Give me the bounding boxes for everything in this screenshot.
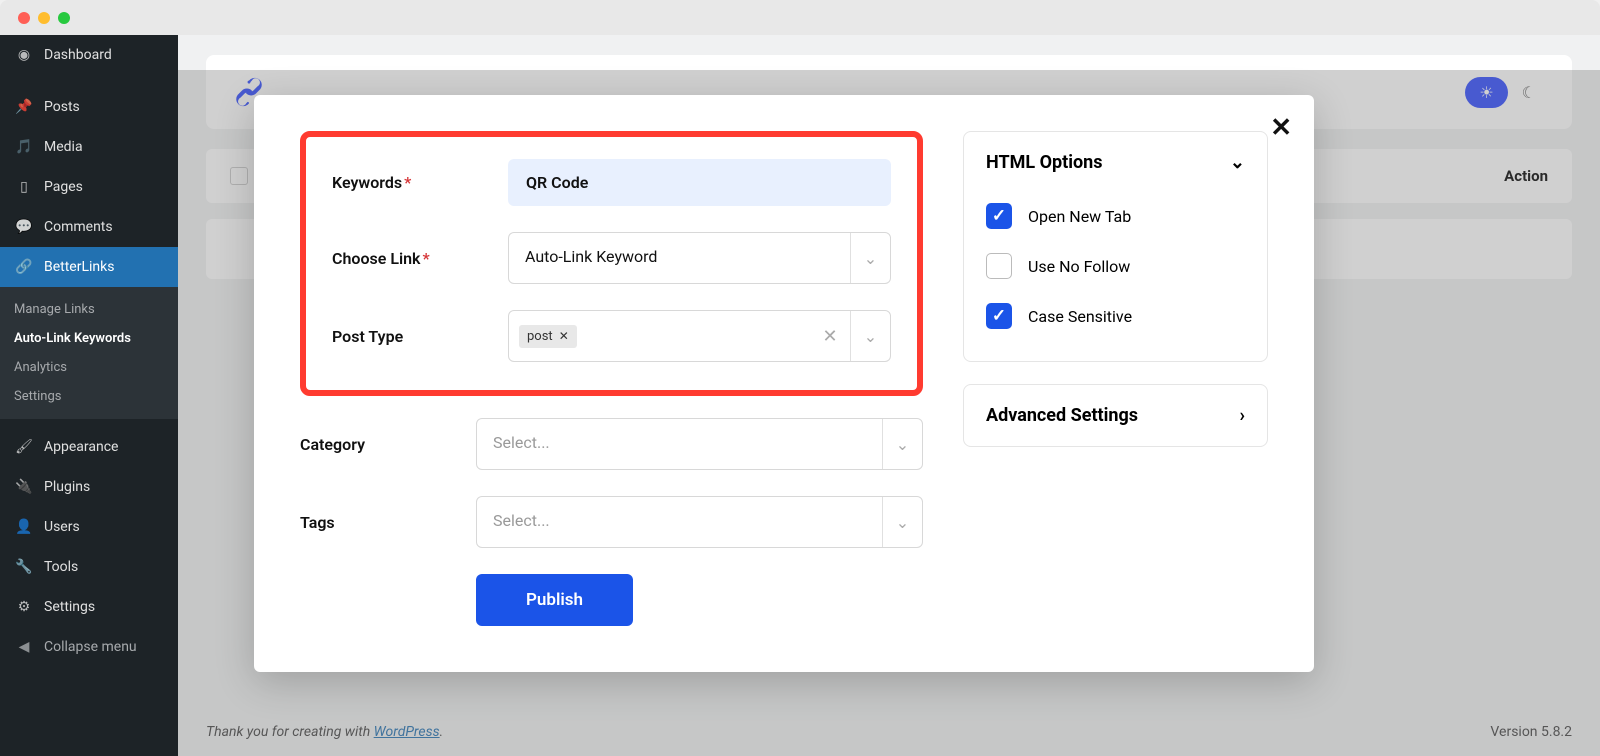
advanced-settings-panel: Advanced Settings › [963,384,1268,447]
sidebar-item-comments[interactable]: 💬 Comments [0,207,178,247]
use-no-follow-label: Use No Follow [1028,257,1130,276]
admin-sidebar: ◉ Dashboard 📌 Posts 🎵 Media ▯ Pages 💬 Co… [0,35,178,756]
sidebar-item-pages[interactable]: ▯ Pages [0,167,178,207]
sidebar-item-settings[interactable]: ⚙ Settings [0,587,178,627]
html-options-toggle[interactable]: HTML Options ⌄ [986,152,1245,173]
link-icon: 🔗 [14,257,34,277]
html-options-panel: HTML Options ⌄ Open New Tab Use No Follo… [963,131,1268,362]
sidebar-label: Media [44,139,83,155]
keywords-label: Keywords* [332,173,508,192]
case-sensitive-label: Case Sensitive [1028,307,1132,326]
media-icon: 🎵 [14,137,34,157]
minimize-window-dot[interactable] [38,12,50,24]
sidebar-label: Settings [44,599,95,615]
maximize-window-dot[interactable] [58,12,70,24]
publish-button[interactable]: Publish [476,574,633,626]
auto-link-modal: ✕ Keywords* Choose Link* Auto-Link [254,95,1314,672]
sidebar-item-posts[interactable]: 📌 Posts [0,87,178,127]
select-value: Auto-Link Keyword [509,233,850,283]
sidebar-label: Pages [44,179,83,195]
select-placeholder: Select... [477,497,882,547]
sub-analytics[interactable]: Analytics [0,353,178,382]
select-placeholder: Select... [477,419,882,469]
close-window-dot[interactable] [18,12,30,24]
choose-link-label: Choose Link* [332,249,508,268]
collapse-label: Collapse menu [44,639,137,655]
chevron-down-icon: ⌄ [850,233,890,283]
highlighted-fields: Keywords* Choose Link* Auto-Link Keyword… [300,131,923,396]
sidebar-item-dashboard[interactable]: ◉ Dashboard [0,35,178,75]
collapse-menu[interactable]: ◀ Collapse menu [0,627,178,667]
sub-manage-links[interactable]: Manage Links [0,295,178,324]
sidebar-label: Plugins [44,479,90,495]
user-icon: 👤 [14,517,34,537]
category-label: Category [300,435,476,454]
sidebar-item-plugins[interactable]: 🔌 Plugins [0,467,178,507]
sub-auto-link-keywords[interactable]: Auto-Link Keywords [0,324,178,353]
case-sensitive-checkbox[interactable] [986,303,1012,329]
category-select[interactable]: Select... ⌄ [476,418,923,470]
chevron-right-icon: › [1240,405,1245,426]
collapse-icon: ◀ [14,637,34,657]
sidebar-submenu: Manage Links Auto-Link Keywords Analytic… [0,287,178,419]
post-type-select[interactable]: post ✕ ✕ ⌄ [508,310,891,362]
sub-settings[interactable]: Settings [0,382,178,411]
modal-close-button[interactable]: ✕ [1270,113,1292,143]
clear-select-icon[interactable]: ✕ [810,311,850,361]
remove-tag-icon[interactable]: ✕ [559,329,569,343]
window-chrome [0,0,1600,35]
sidebar-item-tools[interactable]: 🔧 Tools [0,547,178,587]
page-icon: ▯ [14,177,34,197]
chevron-down-icon: ⌄ [882,419,922,469]
advanced-settings-toggle[interactable]: Advanced Settings › [986,405,1245,426]
chevron-down-icon: ⌄ [850,311,890,361]
sidebar-label: Dashboard [44,47,112,63]
tags-select[interactable]: Select... ⌄ [476,496,923,548]
sidebar-label: Appearance [44,439,118,455]
chevron-down-icon: ⌄ [882,497,922,547]
open-new-tab-label: Open New Tab [1028,207,1131,226]
wrench-icon: 🔧 [14,557,34,577]
post-type-label: Post Type [332,327,508,346]
sidebar-label: Tools [44,559,78,575]
post-type-tag: post ✕ [519,325,577,348]
sidebar-item-betterlinks[interactable]: 🔗 BetterLinks [0,247,178,287]
chevron-down-icon: ⌄ [1230,152,1245,173]
tags-label: Tags [300,513,476,532]
sidebar-label: Comments [44,219,113,235]
sliders-icon: ⚙ [14,597,34,617]
comment-icon: 💬 [14,217,34,237]
sidebar-label: BetterLinks [44,259,114,275]
keywords-input[interactable] [508,159,891,206]
sidebar-item-users[interactable]: 👤 Users [0,507,178,547]
use-no-follow-checkbox[interactable] [986,253,1012,279]
plug-icon: 🔌 [14,477,34,497]
brush-icon: 🖌 [14,437,34,457]
sidebar-label: Users [44,519,80,535]
choose-link-select[interactable]: Auto-Link Keyword ⌄ [508,232,891,284]
sidebar-label: Posts [44,99,80,115]
sidebar-item-media[interactable]: 🎵 Media [0,127,178,167]
open-new-tab-checkbox[interactable] [986,203,1012,229]
pin-icon: 📌 [14,97,34,117]
sidebar-item-appearance[interactable]: 🖌 Appearance [0,427,178,467]
gauge-icon: ◉ [14,45,34,65]
